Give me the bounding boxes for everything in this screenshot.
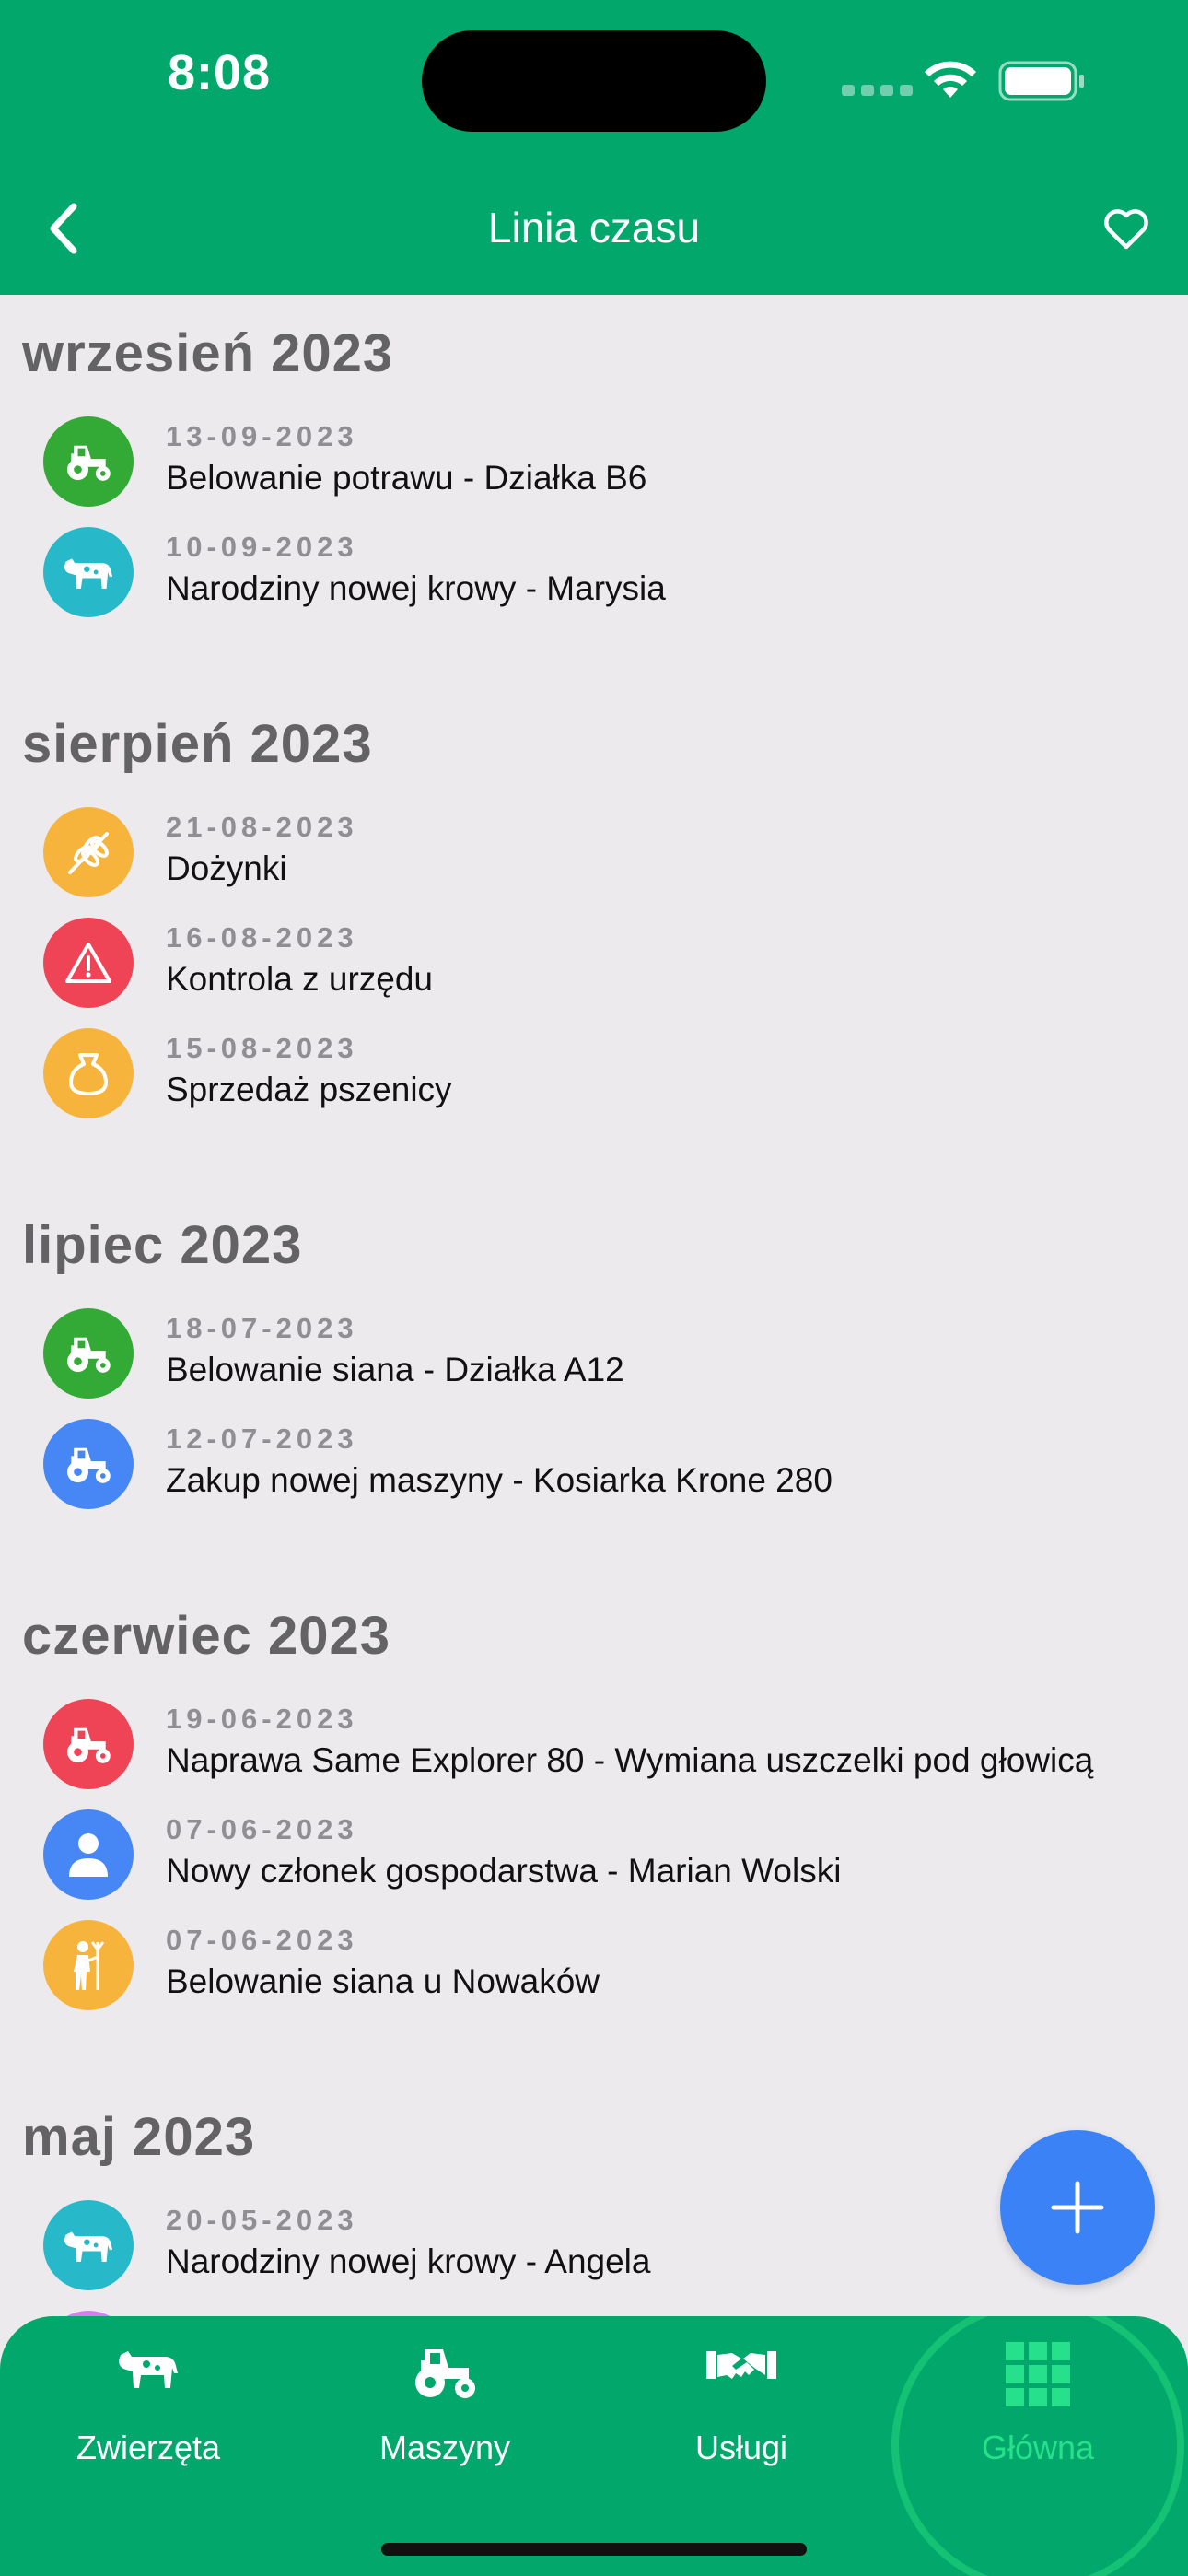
nav-label-glowna: Główna <box>981 2429 1095 2466</box>
nav-label-maszyny: Maszyny <box>379 2429 511 2466</box>
month-header: wrzesień 2023 <box>22 323 394 383</box>
timeline-event[interactable]: 19-06-2023 Naprawa Same Explorer 80 - Wym… <box>0 1699 1188 1802</box>
nav-tab-glowna[interactable]: Główna <box>890 2316 1186 2500</box>
plus-icon <box>1051 2181 1104 2234</box>
month-header: czerwiec 2023 <box>22 1606 390 1666</box>
timeline-event[interactable]: 18-07-2023 Belowanie siana - Działka A12 <box>0 1308 1188 1411</box>
event-date: 12-07-2023 <box>166 1423 358 1455</box>
timeline-event[interactable]: 10-09-2023 Narodziny nowej krowy - Marysi… <box>0 527 1188 630</box>
event-date: 13-09-2023 <box>166 420 358 452</box>
nav-tab-uslugi[interactable]: Usługi <box>593 2316 890 2500</box>
timeline-event[interactable]: 13-09-2023 Belowanie potrawu - Działka B6 <box>0 416 1188 520</box>
timeline-event[interactable]: 07-06-2023 Nowy członek gospodarstwa - Ma… <box>0 1809 1188 1913</box>
event-title: Zakup nowej maszyny - Kosiarka Krone 280 <box>166 1461 833 1499</box>
wheat-icon <box>43 807 134 897</box>
add-event-button[interactable] <box>1000 2130 1155 2285</box>
tractor-icon <box>415 2349 475 2398</box>
page-title: Linia czasu <box>487 204 701 252</box>
cow-icon <box>43 2200 134 2290</box>
dynamic-island <box>422 30 766 132</box>
header-bar: 8:08 Linia czasu <box>0 0 1188 295</box>
event-title: Narodziny nowej krowy - Angela <box>166 2242 651 2280</box>
event-title: Narodziny nowej krowy - Marysia <box>166 569 666 607</box>
nav-label-uslugi: Usługi <box>694 2429 788 2466</box>
handshake-icon <box>706 2351 776 2379</box>
cow-icon <box>119 2351 178 2388</box>
tractor-icon <box>43 1419 134 1509</box>
sack-icon <box>43 1028 134 1118</box>
grid-icon <box>1006 2342 1070 2406</box>
timeline-event[interactable]: 12-07-2023 Zakup nowej maszyny - Kosiarka… <box>0 1419 1188 1522</box>
timeline-event[interactable]: 16-08-2023 Kontrola z urzędu <box>0 918 1188 1021</box>
event-title: Dożynki <box>166 849 287 887</box>
event-title: Kontrola z urzędu <box>166 960 434 998</box>
timeline-event[interactable]: 07-06-2023 Belowanie siana u Nowaków <box>0 1920 1188 2023</box>
wifi-icon <box>925 61 976 98</box>
month-header: lipiec 2023 <box>22 1215 303 1275</box>
event-date: 07-06-2023 <box>166 1813 358 1845</box>
nav-tab-zwierzeta[interactable]: Zwierzęta <box>0 2316 297 2500</box>
timeline-event[interactable]: 21-08-2023 Dożynki <box>0 807 1188 910</box>
tractor-icon <box>43 1699 134 1789</box>
event-title: Belowanie siana - Działka A12 <box>166 1351 624 1388</box>
month-header: maj 2023 <box>22 2107 256 2167</box>
event-date: 21-08-2023 <box>166 811 358 843</box>
nav-label-zwierzeta: Zwierzęta <box>76 2429 221 2466</box>
event-title: Sprzedaż pszenicy <box>166 1071 452 1108</box>
event-title: Belowanie potrawu - Działka B6 <box>166 459 647 497</box>
timeline-event[interactable]: 15-08-2023 Sprzedaż pszenicy <box>0 1028 1188 1131</box>
favorite-button[interactable] <box>1101 205 1151 254</box>
event-date: 10-09-2023 <box>166 531 358 563</box>
event-title: Naprawa Same Explorer 80 - Wymiana uszcz… <box>166 1741 1094 1779</box>
event-date: 20-05-2023 <box>166 2204 358 2236</box>
nav-tab-maszyny[interactable]: Maszyny <box>297 2316 593 2500</box>
status-time: 8:08 <box>168 45 272 100</box>
event-date: 18-07-2023 <box>166 1312 358 1344</box>
event-date: 16-08-2023 <box>166 921 358 954</box>
cellular-signal-icon <box>842 85 913 96</box>
bottom-navigation: Zwierzęta Maszyny Usługi Główna <box>0 2316 1188 2576</box>
battery-icon <box>998 61 1084 101</box>
farmer-icon <box>43 1920 134 2010</box>
tractor-icon <box>43 1308 134 1399</box>
event-title: Nowy członek gospodarstwa - Marian Wolsk… <box>166 1852 842 1890</box>
event-title: Belowanie siana u Nowaków <box>166 1962 600 2000</box>
event-date: 19-06-2023 <box>166 1703 358 1735</box>
person-icon <box>43 1809 134 1900</box>
warning-icon <box>43 918 134 1008</box>
month-header: sierpień 2023 <box>22 714 373 774</box>
cow-icon <box>43 527 134 617</box>
tractor-icon <box>43 416 134 507</box>
event-date: 07-06-2023 <box>166 1924 358 1956</box>
event-date: 15-08-2023 <box>166 1032 358 1064</box>
home-indicator <box>381 2543 807 2556</box>
